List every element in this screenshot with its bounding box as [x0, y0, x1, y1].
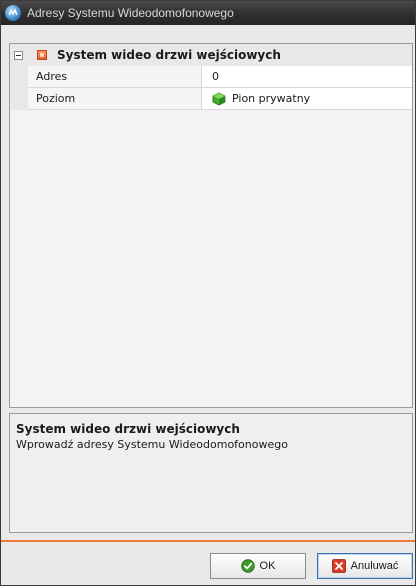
property-row-adres[interactable]: Adres 0	[10, 66, 412, 88]
collapse-icon[interactable]	[14, 50, 23, 60]
property-row-poziom[interactable]: Poziom Pion prywatny	[10, 88, 412, 110]
green-gem-icon	[212, 92, 226, 105]
level-value-field[interactable]: Pion prywatny	[202, 88, 412, 110]
property-name-label: Adres	[36, 70, 68, 83]
cancel-button-label: Anuluwać	[350, 560, 399, 572]
row-gutter	[10, 66, 28, 88]
window-title: Adresy Systemu Wideodomofonowego	[27, 6, 234, 20]
app-logo-icon	[5, 5, 21, 21]
row-gutter	[10, 88, 28, 110]
property-name: Adres	[28, 66, 202, 88]
description-text: Wprowadź adresy Systemu Wideodomofonoweg…	[16, 438, 288, 451]
category-row[interactable]: System wideo drzwi wejściowych	[10, 44, 412, 67]
check-icon	[240, 559, 255, 573]
title-bar[interactable]: Adresy Systemu Wideodomofonowego	[1, 1, 415, 25]
footer-divider	[1, 540, 415, 542]
description-panel: System wideo drzwi wejściowych Wprowadź …	[9, 413, 413, 533]
description-title: System wideo drzwi wejściowych	[16, 422, 240, 436]
close-icon	[331, 559, 346, 573]
property-name-label: Poziom	[36, 92, 76, 105]
cancel-button[interactable]: Anuluwać	[317, 553, 413, 579]
video-system-icon	[37, 50, 47, 60]
dialog-window: Adresy Systemu Wideodomofonowego System …	[0, 0, 416, 586]
property-grid: System wideo drzwi wejściowych Adres 0 P…	[9, 43, 413, 408]
ok-button-label: OK	[259, 560, 276, 572]
property-name: Poziom	[28, 88, 202, 110]
ok-button[interactable]: OK	[210, 553, 306, 579]
address-value-field[interactable]: 0	[202, 66, 412, 88]
category-label: System wideo drzwi wejściowych	[57, 48, 281, 62]
property-value-label: Pion prywatny	[232, 92, 311, 105]
property-value-label: 0	[212, 70, 219, 83]
